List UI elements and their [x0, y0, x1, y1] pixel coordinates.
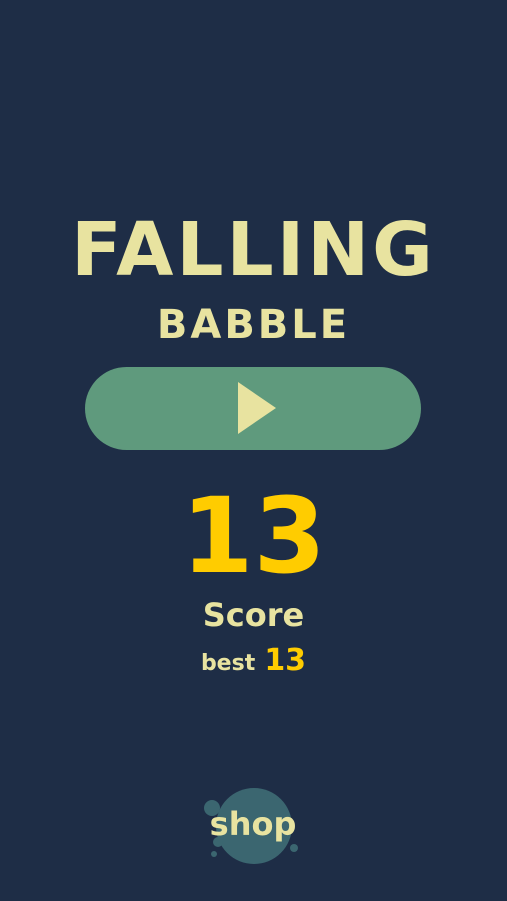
game-screen: FALLING BABBLE 13 Score best 13 shop	[0, 0, 507, 901]
shop-button[interactable]: shop	[190, 780, 316, 870]
best-label: best	[200, 651, 256, 676]
score-label: Score	[202, 596, 305, 634]
play-icon[interactable]	[236, 380, 278, 436]
shop-label: shop	[209, 805, 297, 843]
game-subtitle: BABBLE	[156, 302, 351, 348]
best-score-row: best 13	[0, 643, 507, 683]
score-value: 13	[181, 475, 326, 597]
game-title: FALLING	[71, 207, 436, 293]
best-score-value: 13	[264, 643, 307, 678]
